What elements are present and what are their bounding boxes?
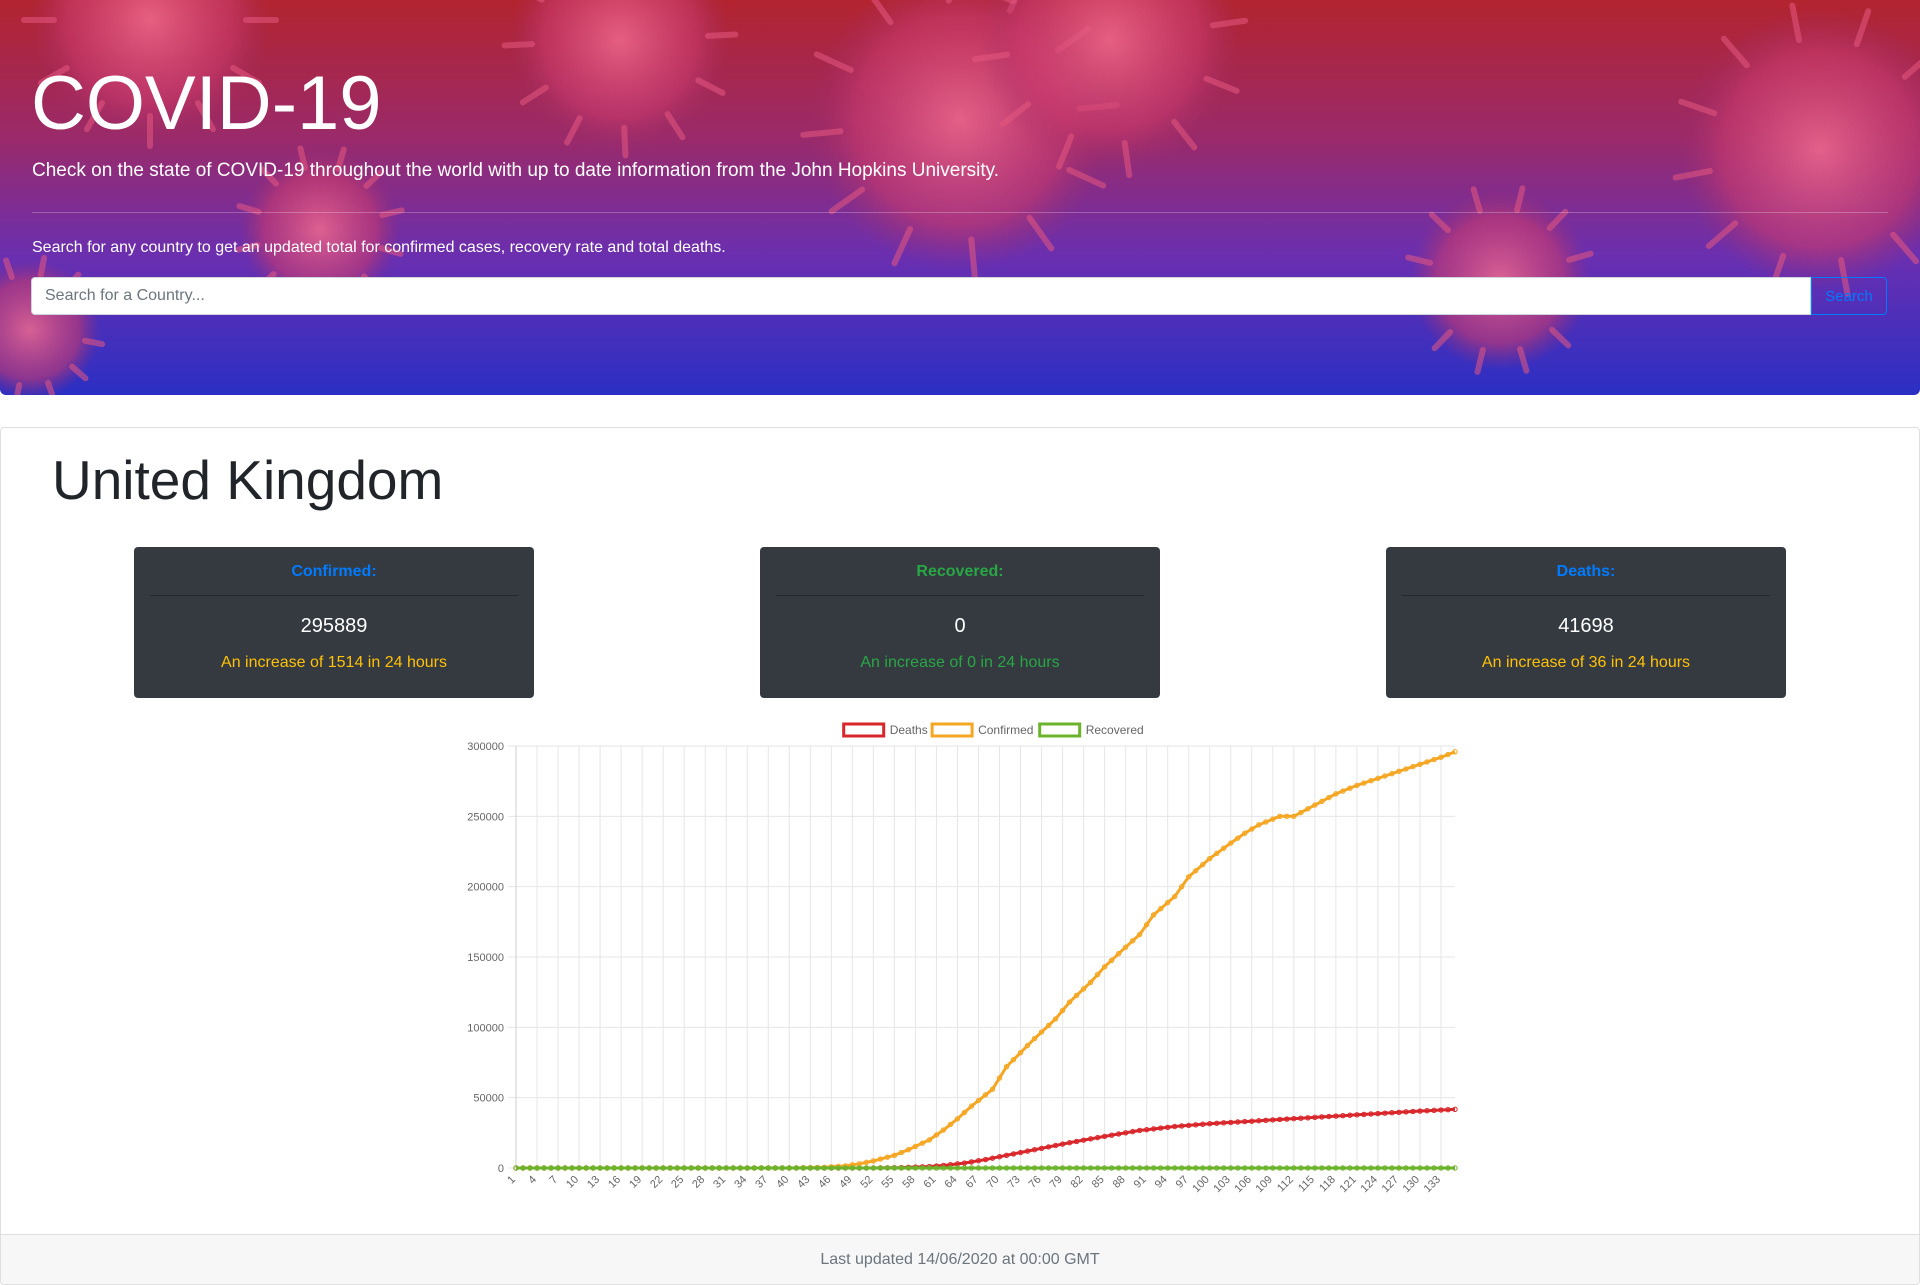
x-tick-label: 106 <box>1232 1174 1253 1195</box>
legend-swatch <box>842 722 886 738</box>
confirmed-value: 295889 <box>300 615 368 637</box>
series-recovered <box>513 1165 1458 1171</box>
series-line <box>516 750 1456 1170</box>
confirmed-stat-card: Confirmed: 295889 An increase of 1514 in… <box>134 547 534 698</box>
x-tick-label: 46 <box>816 1174 833 1191</box>
x-tick-label: 97 <box>1174 1174 1191 1191</box>
hero-banner: COVID-19 Check on the state of COVID-19 … <box>0 0 1920 395</box>
page-title: COVID-19 <box>31 61 382 146</box>
x-tick-label: 91 <box>1132 1174 1149 1191</box>
x-tick-label: 85 <box>1090 1174 1107 1191</box>
deaths-delta: An increase of 36 in 24 hours <box>1481 654 1691 671</box>
x-tick-label: 55 <box>879 1174 896 1191</box>
x-tick-label: 40 <box>774 1174 791 1191</box>
x-tick-label: 58 <box>900 1174 917 1191</box>
x-tick-label: 115 <box>1296 1174 1317 1195</box>
last-updated-footer: Last updated 14/06/2020 at 00:00 GMT <box>1 1234 1919 1284</box>
confirmed-delta: An increase of 1514 in 24 hours <box>221 654 447 671</box>
x-tick-label: 22 <box>648 1174 665 1191</box>
x-tick-label: 70 <box>984 1174 1001 1191</box>
recovered-value: 0 <box>954 615 966 637</box>
series-confirmed <box>513 749 1458 1171</box>
legend-item-recovered[interactable]: Recovered <box>1038 722 1144 738</box>
x-tick-label: 127 <box>1380 1174 1401 1195</box>
y-tick-label: 100000 <box>467 1022 504 1034</box>
legend-label: Deaths <box>890 723 928 737</box>
x-tick-label: 133 <box>1422 1174 1443 1195</box>
x-tick-label: 118 <box>1317 1174 1338 1195</box>
y-tick-label: 150000 <box>467 952 504 964</box>
x-tick-label: 7 <box>547 1174 560 1187</box>
x-tick-label: 109 <box>1253 1174 1274 1195</box>
x-tick-label: 1 <box>505 1174 518 1187</box>
x-tick-label: 73 <box>1006 1174 1023 1191</box>
x-tick-label: 103 <box>1211 1174 1232 1195</box>
virus-particle <box>501 0 739 159</box>
x-tick-label: 19 <box>627 1174 644 1191</box>
x-tick-label: 16 <box>606 1174 623 1191</box>
virus-particle <box>1672 2 1920 298</box>
x-tick-label: 49 <box>837 1174 854 1191</box>
x-tick-label: 25 <box>669 1174 686 1191</box>
hero-divider <box>32 212 1888 213</box>
x-tick-label: 64 <box>942 1174 959 1191</box>
legend-swatch <box>1038 722 1082 738</box>
legend-item-deaths[interactable]: Deaths <box>842 722 928 738</box>
recovered-title: Recovered: <box>776 547 1144 596</box>
x-tick-label: 37 <box>753 1174 770 1191</box>
x-tick-label: 82 <box>1069 1174 1086 1191</box>
y-tick-label: 200000 <box>467 882 504 894</box>
x-tick-label: 10 <box>564 1174 581 1191</box>
recovered-delta: An increase of 0 in 24 hours <box>860 654 1060 671</box>
x-tick-label: 4 <box>526 1174 539 1187</box>
legend-swatch <box>930 722 974 738</box>
x-tick-label: 88 <box>1111 1174 1128 1191</box>
x-tick-label: 130 <box>1401 1174 1422 1195</box>
y-tick-label: 0 <box>498 1163 504 1175</box>
legend-item-confirmed[interactable]: Confirmed <box>930 722 1033 738</box>
series-deaths <box>513 1106 1458 1171</box>
x-tick-label: 112 <box>1275 1174 1296 1195</box>
x-tick-label: 67 <box>963 1174 980 1191</box>
x-tick-label: 34 <box>732 1174 749 1191</box>
recovered-stat-card: Recovered: 0 An increase of 0 in 24 hour… <box>760 547 1160 698</box>
search-hint: Search for any country to get an updated… <box>32 239 726 256</box>
legend-label: Recovered <box>1086 723 1144 737</box>
series-line <box>516 1107 1456 1170</box>
page-lead: Check on the state of COVID-19 throughou… <box>32 160 1000 181</box>
x-tick-label: 121 <box>1338 1174 1359 1195</box>
deaths-stat-card: Deaths: 41698 An increase of 36 in 24 ho… <box>1386 547 1786 698</box>
x-tick-label: 43 <box>795 1174 812 1191</box>
x-tick-label: 124 <box>1359 1174 1380 1195</box>
deaths-title: Deaths: <box>1402 547 1770 596</box>
legend-label: Confirmed <box>978 723 1033 737</box>
search-button[interactable]: Search <box>1811 277 1887 315</box>
y-tick-label: 50000 <box>473 1093 504 1105</box>
y-tick-label: 250000 <box>467 811 504 823</box>
y-tick-label: 300000 <box>467 741 504 753</box>
country-search-input[interactable] <box>31 277 1811 315</box>
x-tick-label: 94 <box>1153 1174 1170 1191</box>
cases-chart: 1 4 7 10 13 16 19 22 25 28 31 34 37 40 43 46 49 52 55 58 61 6… <box>440 715 1470 1205</box>
x-tick-label: 52 <box>858 1174 875 1191</box>
x-tick-label: 13 <box>585 1174 602 1191</box>
country-name: United Kingdom <box>52 449 444 511</box>
cases-line-chart: 1 4 7 10 13 16 19 22 25 28 31 34 37 40 43 46 49 52 55 58 61 6… <box>467 722 1458 1195</box>
x-tick-label: 79 <box>1048 1174 1065 1191</box>
x-tick-label: 61 <box>921 1174 938 1191</box>
x-tick-label: 28 <box>690 1174 707 1191</box>
x-tick-label: 31 <box>711 1174 728 1191</box>
confirmed-title: Confirmed: <box>150 547 518 596</box>
deaths-value: 41698 <box>1558 615 1614 637</box>
x-tick-label: 100 <box>1190 1174 1211 1195</box>
x-tick-label: 76 <box>1027 1174 1044 1191</box>
